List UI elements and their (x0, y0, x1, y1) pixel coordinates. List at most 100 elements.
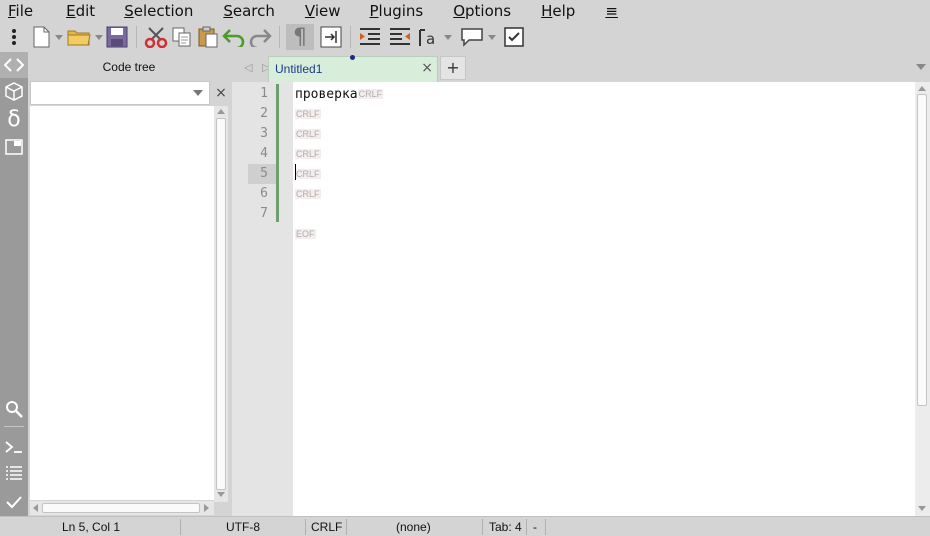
panel-vertical-scrollbar[interactable] (214, 106, 228, 502)
code-line: CRLF (295, 104, 321, 124)
scroll-down-arrow-icon (918, 506, 926, 511)
search-icon[interactable] (0, 396, 28, 422)
eol-marker: CRLF (295, 149, 321, 159)
scroll-left-arrow-icon (33, 504, 38, 512)
code-line: проверкаCRLF (295, 84, 384, 104)
case-icon[interactable]: a (417, 24, 443, 50)
cut-icon[interactable] (143, 24, 169, 50)
modified-indicator (350, 55, 355, 60)
code-line: CRLF (295, 124, 321, 144)
tabs-menu-icon[interactable] (916, 64, 926, 70)
list-icon[interactable] (0, 460, 28, 486)
editor-scroll-thumb[interactable] (917, 94, 927, 406)
delta-icon[interactable]: δ (0, 106, 28, 132)
add-tab-button[interactable]: + (440, 56, 466, 80)
menu-dots-icon[interactable] (0, 24, 28, 50)
eol-marker: CRLF (295, 189, 321, 199)
code-line: CRLF (295, 144, 321, 164)
menu-options[interactable]: Options (423, 0, 511, 22)
panel-horizontal-scrollbar[interactable] (30, 501, 214, 515)
line-number: 4 (260, 146, 268, 161)
menu-help[interactable]: Help (511, 0, 575, 22)
save-icon[interactable] (104, 24, 130, 50)
delta-glyph: δ (7, 106, 21, 132)
line-number: 7 (260, 206, 268, 221)
package-icon[interactable] (0, 78, 28, 104)
app-window: File Edit Selection Search View Plugins … (0, 0, 930, 536)
check-icon[interactable] (0, 489, 28, 515)
toolbar-separator (279, 26, 280, 48)
tab-label: Untitled1 (275, 62, 323, 76)
side-divider (4, 426, 24, 427)
eol-marker: CRLF (357, 89, 384, 99)
menu-file[interactable]: File (0, 0, 33, 22)
code-tree-list[interactable] (30, 106, 214, 500)
menu-edit[interactable]: Edit (33, 0, 95, 22)
wrap-icon[interactable] (318, 24, 344, 50)
status-bar: Ln 5, Col 1 UTF-8 CRLF (none) Tab: 4 - (0, 516, 930, 536)
status-encoding[interactable]: UTF-8 (226, 520, 260, 534)
svg-text:a: a (426, 30, 435, 48)
pilcrow-icon[interactable]: ¶ (286, 24, 314, 50)
line-number-gutter: 1 2 3 4 5 6 7 (232, 82, 293, 516)
toolbar-separator (136, 26, 137, 48)
chevron-down-icon[interactable] (193, 90, 203, 96)
case-dropdown-icon[interactable] (443, 24, 453, 50)
redo-icon[interactable] (247, 24, 273, 50)
paste-icon[interactable] (195, 24, 221, 50)
scroll-right-arrow-icon (204, 504, 209, 512)
menu-search[interactable]: Search (193, 0, 275, 22)
eof-marker: EOF (295, 229, 316, 239)
checkbox-icon[interactable] (501, 24, 527, 50)
toolbar-separator (350, 26, 351, 48)
line-number: 1 (260, 86, 268, 101)
text-editor[interactable]: проверкаCRLF CRLF CRLF CRLF CRLF CRLF EO… (293, 82, 915, 516)
modified-lines-marker (276, 84, 279, 222)
unindent-icon[interactable] (387, 24, 413, 50)
status-extra: - (533, 520, 537, 534)
status-position[interactable]: Ln 5, Col 1 (62, 520, 120, 534)
line-number: 3 (260, 126, 268, 141)
open-folder-icon[interactable] (64, 24, 94, 50)
status-separator (482, 519, 483, 535)
tab-close-icon[interactable]: × (421, 60, 433, 76)
code-icon[interactable] (0, 52, 28, 78)
eol-marker: CRLF (295, 169, 321, 179)
menu-bar: File Edit Selection Search View Plugins … (0, 0, 930, 22)
menu-hamburger[interactable]: ≡ (575, 0, 618, 22)
scroll-down-arrow-icon (217, 492, 225, 497)
open-dropdown-icon[interactable] (94, 24, 104, 50)
indent-icon[interactable] (357, 24, 383, 50)
code-line: CRLF (295, 184, 321, 204)
panel-title: Code tree (102, 60, 156, 74)
status-separator (346, 519, 347, 535)
copy-icon[interactable] (169, 24, 195, 50)
code-tree-filter-combo[interactable] (30, 81, 210, 105)
new-file-dropdown-icon[interactable] (54, 24, 64, 50)
status-separator (545, 519, 546, 535)
menu-view[interactable]: View (275, 0, 341, 22)
status-lexer[interactable]: (none) (396, 520, 431, 534)
status-line-ending[interactable]: CRLF (311, 520, 342, 534)
panel-hscroll-thumb[interactable] (42, 503, 200, 513)
window-icon[interactable] (0, 134, 28, 160)
comment-icon[interactable] (457, 24, 487, 50)
text-caret (295, 164, 296, 180)
status-separator (305, 519, 306, 535)
scroll-up-arrow-icon (918, 86, 926, 91)
status-tab-size[interactable]: Tab: 4 (489, 520, 522, 534)
menu-plugins[interactable]: Plugins (340, 0, 423, 22)
new-file-icon[interactable] (28, 24, 54, 50)
line-text: проверка (295, 87, 358, 102)
undo-icon[interactable] (221, 24, 247, 50)
side-toolbar: δ (0, 52, 28, 516)
panel-close-button[interactable]: × (212, 84, 230, 102)
editor-vertical-scrollbar[interactable] (915, 82, 930, 516)
comment-dropdown-icon[interactable] (487, 24, 497, 50)
menu-selection[interactable]: Selection (95, 0, 193, 22)
code-line: CRLF (295, 164, 321, 184)
status-separator (180, 519, 181, 535)
line-number: 6 (260, 186, 268, 201)
terminal-icon[interactable] (0, 434, 28, 460)
panel-scroll-thumb[interactable] (216, 118, 226, 490)
